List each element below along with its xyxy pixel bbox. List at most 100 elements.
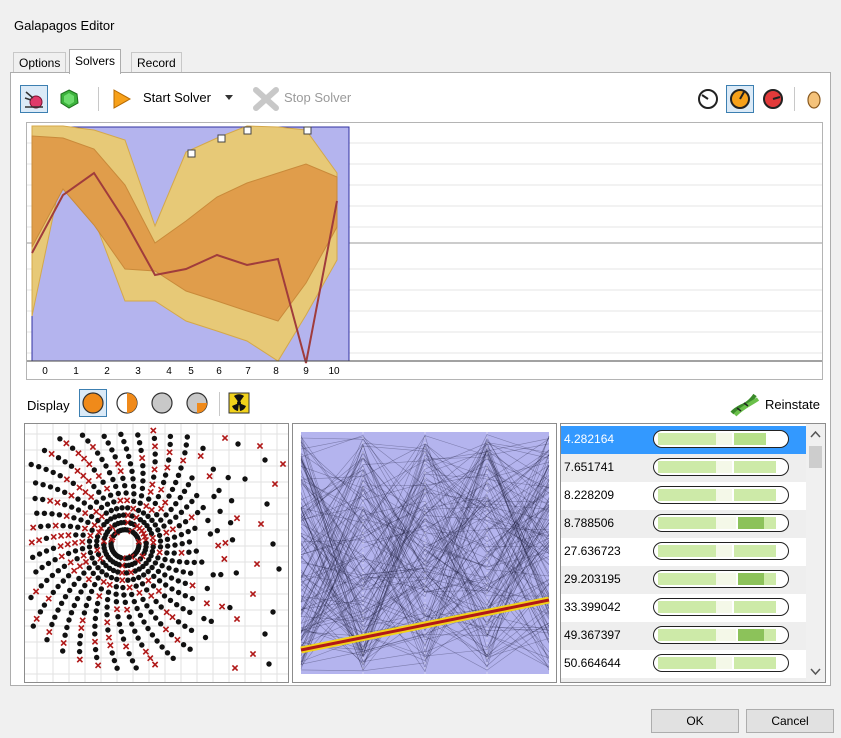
annealing-solver-button[interactable] — [55, 85, 83, 113]
parallel-coordinates-pane[interactable] — [292, 423, 557, 683]
genome-dot — [93, 608, 100, 614]
display-mode-empty-button[interactable] — [148, 389, 176, 417]
genome-cross — [57, 532, 65, 540]
genome-dot — [152, 451, 158, 457]
x-tick: 8 — [273, 366, 279, 377]
genome-dot — [151, 573, 157, 579]
genome-dot — [69, 504, 75, 510]
genome-dot — [187, 646, 193, 652]
genome-cross — [104, 619, 111, 626]
display-mode-full-button[interactable] — [79, 389, 107, 417]
genome-dot — [95, 575, 101, 581]
genome-list-row[interactable]: 49.367397 — [561, 622, 807, 650]
ok-button[interactable]: OK — [651, 709, 739, 733]
genome-list-row[interactable]: 4.282164 — [561, 426, 807, 454]
speed-medium-button[interactable] — [726, 85, 754, 113]
genome-dot — [169, 486, 176, 493]
genome-cross — [103, 485, 111, 492]
genome-list-scrollbar[interactable] — [806, 424, 825, 682]
genome-dot — [107, 492, 114, 498]
genome-cross — [150, 539, 157, 546]
genome-cross — [58, 553, 65, 560]
genome-list-row[interactable]: 33.399042 — [561, 594, 807, 622]
scroll-thumb[interactable] — [809, 446, 822, 468]
genome-dot — [103, 463, 109, 469]
display-mode-quarter-button[interactable] — [183, 389, 211, 417]
genome-list-row[interactable]: 27.636723 — [561, 538, 807, 566]
genome-dot — [163, 512, 169, 518]
genome-dot — [41, 510, 48, 516]
genome-dot — [139, 581, 146, 587]
genome-dot — [111, 499, 117, 505]
display-mode-half-button[interactable] — [113, 389, 141, 417]
genome-list-row[interactable]: 8.228209 — [561, 482, 807, 510]
scroll-down-icon[interactable] — [810, 668, 821, 676]
genome-dot — [62, 502, 68, 508]
genome-dot — [164, 550, 170, 556]
genome-cross — [54, 499, 61, 506]
genome-dot — [33, 569, 39, 575]
genome-fitness-value: 27.636723 — [564, 544, 621, 558]
genome-cross — [148, 506, 155, 514]
genome-dot — [168, 575, 175, 581]
genome-dot — [108, 507, 115, 514]
genome-fitness-value: 4.282164 — [564, 432, 615, 446]
egg-icon — [807, 91, 821, 109]
start-solver-label: Start Solver — [143, 90, 211, 105]
genome-dot — [141, 619, 147, 625]
genome-dot — [71, 581, 77, 587]
dropdown-arrow-icon[interactable] — [224, 94, 234, 102]
evolutionary-solver-button[interactable] — [20, 85, 48, 113]
genome-dot — [109, 650, 115, 656]
tab-record[interactable]: Record — [131, 52, 182, 73]
genome-dot — [176, 523, 182, 529]
genome-dot — [89, 527, 95, 533]
genome-dot — [158, 517, 164, 523]
genome-dot — [144, 603, 150, 609]
genome-dot — [101, 433, 107, 439]
genome-list-row[interactable]: 58.74716 — [561, 678, 807, 682]
cancel-button[interactable]: Cancel — [746, 709, 834, 733]
genome-dot — [235, 441, 241, 447]
genome-dot — [65, 550, 72, 557]
genome-dot — [181, 488, 188, 494]
genome-list-row[interactable]: 29.203195 — [561, 566, 807, 594]
genome-list-row[interactable]: 8.788506 — [561, 510, 807, 538]
speed-slow-button[interactable] — [694, 85, 722, 113]
genome-dot — [202, 634, 209, 641]
genome-dot — [188, 627, 195, 633]
genome-cross — [122, 643, 130, 650]
genome-cross — [91, 521, 98, 529]
tab-solvers[interactable]: Solvers — [69, 49, 122, 74]
genome-dot — [208, 618, 214, 624]
fitness-graph[interactable] — [26, 122, 823, 380]
genome-dot — [114, 665, 120, 671]
genome-dot — [43, 548, 50, 554]
genome-cross — [80, 455, 88, 462]
genome-list-row[interactable]: 50.664644 — [561, 650, 807, 678]
genome-dot — [189, 498, 195, 505]
genome-cross — [105, 634, 113, 641]
x-tick: 9 — [303, 366, 309, 377]
radiation-button[interactable] — [225, 389, 253, 417]
genome-dot — [152, 500, 158, 507]
genome-list-row[interactable]: 7.651741 — [561, 454, 807, 482]
genome-dot — [116, 621, 123, 627]
genome-map-pane[interactable] — [24, 423, 289, 683]
genome-cross — [75, 450, 82, 457]
speed-fast-button[interactable] — [759, 85, 787, 113]
genome-dot — [135, 635, 141, 641]
tab-options[interactable]: Options — [13, 52, 67, 73]
genome-list[interactable]: 4.282164 7.651741 8.228209 8.788506 27.63672… — [560, 423, 826, 683]
genome-dot — [135, 507, 142, 514]
genome-dot — [210, 572, 216, 578]
genome-dot — [227, 520, 234, 526]
genome-cross — [46, 497, 54, 504]
genome-cross — [74, 467, 81, 475]
genome-dot — [155, 527, 161, 533]
genome-dot — [149, 564, 155, 571]
genome-dot — [189, 475, 195, 481]
x-tick: 10 — [328, 366, 340, 377]
egg-button[interactable] — [800, 85, 828, 113]
scroll-up-icon[interactable] — [810, 430, 821, 438]
